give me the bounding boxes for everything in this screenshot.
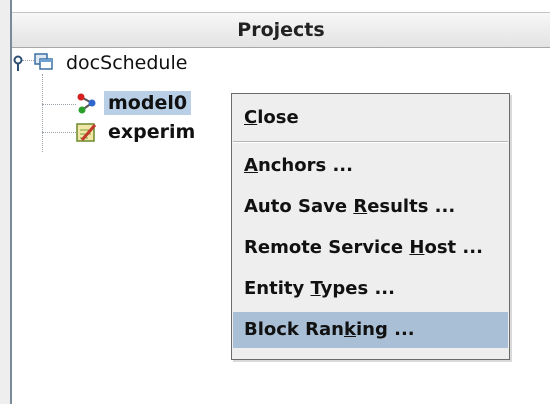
context-menu: Close Anchors ... Auto Save Results ... … bbox=[231, 93, 510, 360]
tree-node-label: model0 bbox=[104, 91, 192, 115]
projects-panel-header: Projects bbox=[12, 12, 550, 48]
tree-node-label: experim bbox=[108, 121, 196, 143]
menu-item-label: Auto Save Results ... bbox=[244, 196, 456, 217]
menu-item-block-ranking[interactable]: Block Ranking ... bbox=[233, 312, 508, 348]
mnemonic-char: C bbox=[244, 107, 258, 128]
mnemonic-char: H bbox=[409, 237, 425, 258]
menu-item-label: Entity Types ... bbox=[244, 278, 395, 299]
experiment-icon bbox=[74, 120, 98, 144]
menu-item-anchors[interactable]: Anchors ... bbox=[233, 148, 508, 184]
tree-node-model[interactable]: model0 bbox=[74, 88, 192, 118]
menu-item-label: Anchors ... bbox=[244, 155, 353, 176]
tree-connector bbox=[42, 132, 76, 133]
tree-node-experiment[interactable]: experim bbox=[74, 117, 199, 147]
model-icon bbox=[74, 91, 98, 115]
menu-item-close[interactable]: Close bbox=[233, 100, 508, 136]
left-splitter[interactable] bbox=[0, 0, 12, 404]
projects-window: Projects docSchedule model0 experim Clos… bbox=[0, 0, 550, 404]
menu-item-auto-save-results[interactable]: Auto Save Results ... bbox=[233, 189, 508, 225]
mnemonic-char: k bbox=[343, 319, 356, 340]
menu-separator bbox=[233, 141, 508, 143]
menu-item-entity-types[interactable]: Entity Types ... bbox=[233, 271, 508, 307]
menu-item-label: Block Ranking ... bbox=[244, 319, 415, 340]
mnemonic-char: R bbox=[353, 196, 368, 217]
project-icon bbox=[32, 51, 56, 75]
menu-item-label: Remote Service Host ... bbox=[244, 237, 483, 258]
tree-node-root[interactable]: docSchedule bbox=[12, 48, 191, 78]
tree-connector bbox=[42, 104, 76, 105]
tree-node-label: docSchedule bbox=[66, 52, 188, 74]
tree-connector bbox=[42, 74, 43, 152]
panel-title: Projects bbox=[237, 19, 325, 41]
mnemonic-char: A bbox=[244, 155, 258, 176]
menu-item-label: Close bbox=[244, 107, 299, 128]
menu-item-remote-service-host[interactable]: Remote Service Host ... bbox=[233, 230, 508, 266]
expand-handle-icon[interactable] bbox=[12, 51, 32, 75]
mnemonic-char: T bbox=[310, 278, 321, 299]
